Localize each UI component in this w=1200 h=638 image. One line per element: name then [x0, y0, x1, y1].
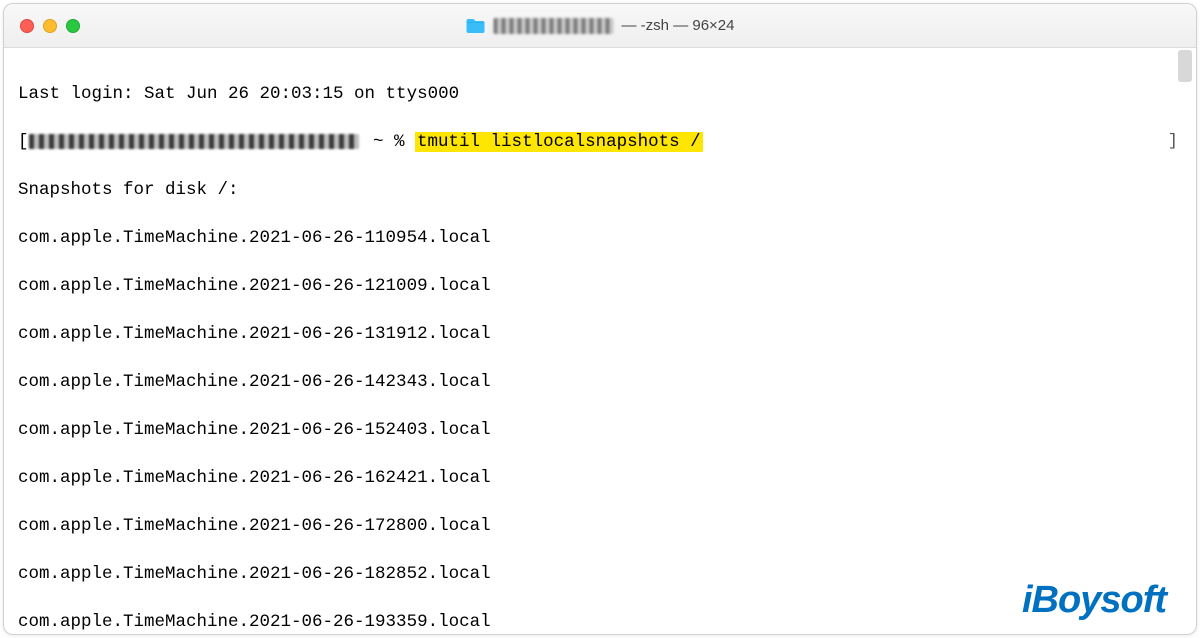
snapshot-entry: com.apple.TimeMachine.2021-06-26-182852.… [18, 562, 1182, 586]
title-redacted [494, 18, 614, 34]
snapshot-entry: com.apple.TimeMachine.2021-06-26-131912.… [18, 322, 1182, 346]
last-login-text: Last login: Sat Jun 26 20:03:15 on ttys0… [18, 82, 1182, 106]
snapshot-entry: com.apple.TimeMachine.2021-06-26-121009.… [18, 274, 1182, 298]
prompt-line-1: [ ~ % tmutil listlocalsnapshots /] [18, 130, 1182, 154]
minimize-window-button[interactable] [43, 19, 57, 33]
snapshot-entry: com.apple.TimeMachine.2021-06-26-172800.… [18, 514, 1182, 538]
snapshot-entry: com.apple.TimeMachine.2021-06-26-110954.… [18, 226, 1182, 250]
snapshot-entry: com.apple.TimeMachine.2021-06-26-193359.… [18, 610, 1182, 634]
snapshot-entry: com.apple.TimeMachine.2021-06-26-162421.… [18, 466, 1182, 490]
snapshot-header: Snapshots for disk /: [18, 178, 1182, 202]
command-1: tmutil listlocalsnapshots / [415, 132, 703, 152]
terminal-output[interactable]: Last login: Sat Jun 26 20:03:15 on ttys0… [4, 48, 1196, 635]
window-titlebar[interactable]: — -zsh — 96×24 [4, 4, 1196, 48]
snapshot-entry: com.apple.TimeMachine.2021-06-26-152403.… [18, 418, 1182, 442]
prompt-suffix: ~ % [373, 132, 415, 152]
title-suffix: — -zsh — 96×24 [622, 17, 735, 34]
redacted-host [29, 134, 359, 149]
bracket: ] [1168, 130, 1178, 154]
terminal-window: — -zsh — 96×24 Last login: Sat Jun 26 20… [3, 3, 1197, 635]
bracket: [ [18, 132, 29, 152]
traffic-lights [20, 19, 80, 33]
brand-watermark: iBoysoft [1022, 579, 1166, 622]
folder-icon [466, 18, 486, 34]
window-title: — -zsh — 96×24 [466, 17, 735, 34]
snapshot-entry: com.apple.TimeMachine.2021-06-26-142343.… [18, 370, 1182, 394]
zoom-window-button[interactable] [66, 19, 80, 33]
close-window-button[interactable] [20, 19, 34, 33]
